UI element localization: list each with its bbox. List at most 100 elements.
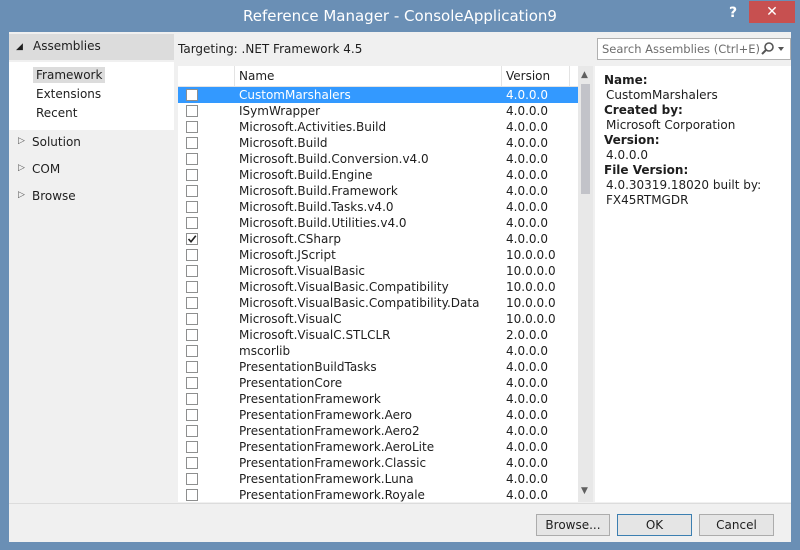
nav-group-assemblies[interactable]: ◢ Assemblies <box>9 34 174 60</box>
search-icon[interactable] <box>760 41 786 57</box>
table-row[interactable]: Microsoft.Build.Conversion.v4.0 4.0.0.0 <box>178 151 578 167</box>
assembly-version: 4.0.0.0 <box>506 424 548 438</box>
vertical-scrollbar[interactable]: ▲ ▼ <box>578 66 593 502</box>
reference-checkbox[interactable] <box>186 201 198 213</box>
column-header-check[interactable] <box>178 66 235 86</box>
close-button[interactable]: ✕ <box>749 1 795 23</box>
assembly-name: Microsoft.Build <box>239 136 328 150</box>
assembly-version: 10.0.0.0 <box>506 312 556 326</box>
reference-checkbox[interactable] <box>186 361 198 373</box>
table-row[interactable]: Microsoft.CSharp 4.0.0.0 <box>178 231 578 247</box>
detail-version-value: 4.0.0.0 <box>606 148 648 162</box>
reference-checkbox[interactable] <box>186 377 198 389</box>
reference-checkbox[interactable] <box>186 313 198 325</box>
scroll-down-icon[interactable]: ▼ <box>581 486 588 496</box>
reference-checkbox[interactable] <box>186 105 198 117</box>
nav-item-label: COM <box>32 162 61 176</box>
reference-checkbox[interactable] <box>186 441 198 453</box>
table-row[interactable]: Microsoft.VisualC.STLCLR 2.0.0.0 <box>178 327 578 343</box>
table-row[interactable]: CustomMarshalers 4.0.0.0 <box>178 87 578 103</box>
reference-checkbox[interactable] <box>186 409 198 421</box>
nav-item-browse[interactable]: ▷ Browse <box>9 186 174 208</box>
title-bar[interactable]: Reference Manager - ConsoleApplication9 … <box>1 1 799 31</box>
nav-item-solution[interactable]: ▷ Solution <box>9 132 174 154</box>
reference-checkbox[interactable] <box>186 473 198 485</box>
scroll-up-icon[interactable]: ▲ <box>581 70 588 80</box>
reference-checkbox[interactable] <box>186 265 198 277</box>
table-row[interactable]: PresentationFramework.Royale 4.0.0.0 <box>178 487 578 502</box>
assembly-version: 4.0.0.0 <box>506 200 548 214</box>
reference-checkbox[interactable] <box>186 297 198 309</box>
nav-subitem-extensions[interactable]: Extensions <box>33 86 104 102</box>
nav-subitem-recent[interactable]: Recent <box>33 105 80 121</box>
table-row[interactable]: PresentationFramework.Classic 4.0.0.0 <box>178 455 578 471</box>
reference-checkbox[interactable] <box>186 457 198 469</box>
reference-checkbox[interactable] <box>186 425 198 437</box>
table-row[interactable]: Microsoft.Build.Utilities.v4.0 4.0.0.0 <box>178 215 578 231</box>
reference-checkbox[interactable] <box>186 185 198 197</box>
assembly-name: Microsoft.Build.Engine <box>239 168 373 182</box>
table-row[interactable]: Microsoft.Build 4.0.0.0 <box>178 135 578 151</box>
table-row[interactable]: PresentationFramework.Aero 4.0.0.0 <box>178 407 578 423</box>
assembly-name: Microsoft.VisualC.STLCLR <box>239 328 391 342</box>
assembly-name: mscorlib <box>239 344 291 358</box>
cancel-button[interactable]: Cancel <box>699 514 774 536</box>
reference-checkbox[interactable] <box>186 393 198 405</box>
column-header-version[interactable]: Version <box>502 66 570 86</box>
reference-checkbox[interactable] <box>186 281 198 293</box>
table-row[interactable]: Microsoft.VisualC 10.0.0.0 <box>178 311 578 327</box>
detail-name-label: Name: <box>604 73 648 87</box>
detail-fileversion-value: 4.0.30319.18020 built by: FX45RTMGDR <box>606 178 762 207</box>
column-header-name[interactable]: Name <box>235 66 502 86</box>
table-row[interactable]: Microsoft.VisualBasic.Compatibility 10.0.… <box>178 279 578 295</box>
table-row[interactable]: PresentationCore 4.0.0.0 <box>178 375 578 391</box>
reference-checkbox[interactable] <box>186 249 198 261</box>
table-rows: CustomMarshalers 4.0.0.0 ISymWrapper 4.0.0.… <box>178 87 578 502</box>
ok-button[interactable]: OK <box>617 514 692 536</box>
reference-checkbox[interactable] <box>186 89 198 101</box>
browse-button[interactable]: Browse... <box>536 514 610 536</box>
table-row[interactable]: Microsoft.VisualBasic.Compatibility.Data… <box>178 295 578 311</box>
table-row[interactable]: PresentationBuildTasks 4.0.0.0 <box>178 359 578 375</box>
reference-checkbox[interactable] <box>186 137 198 149</box>
reference-checkbox[interactable] <box>186 345 198 357</box>
reference-checkbox[interactable] <box>186 217 198 229</box>
table-row[interactable]: PresentationFramework.Luna 4.0.0.0 <box>178 471 578 487</box>
assembly-name: Microsoft.VisualBasic.Compatibility <box>239 280 449 294</box>
table-row[interactable]: ISymWrapper 4.0.0.0 <box>178 103 578 119</box>
table-row[interactable]: PresentationFramework.Aero2 4.0.0.0 <box>178 423 578 439</box>
search-input[interactable]: Search Assemblies (Ctrl+E) <box>597 38 791 60</box>
assembly-name: CustomMarshalers <box>239 88 351 102</box>
reference-checkbox[interactable] <box>186 153 198 165</box>
table-row[interactable]: PresentationFramework 4.0.0.0 <box>178 391 578 407</box>
nav-subitem-framework[interactable]: Framework <box>33 67 106 83</box>
assembly-name: PresentationFramework.Classic <box>239 456 427 470</box>
assembly-name: Microsoft.Build.Conversion.v4.0 <box>239 152 429 166</box>
assembly-version: 4.0.0.0 <box>506 456 548 470</box>
scrollbar-thumb[interactable] <box>581 84 590 194</box>
assembly-version: 4.0.0.0 <box>506 88 548 102</box>
reference-checkbox[interactable] <box>186 233 198 245</box>
table-row[interactable]: PresentationFramework.AeroLite 4.0.0.0 <box>178 439 578 455</box>
assembly-version: 4.0.0.0 <box>506 392 548 406</box>
table-row[interactable]: Microsoft.VisualBasic 10.0.0.0 <box>178 263 578 279</box>
table-row[interactable]: Microsoft.Build.Tasks.v4.0 4.0.0.0 <box>178 199 578 215</box>
table-row[interactable]: Microsoft.JScript 10.0.0.0 <box>178 247 578 263</box>
assembly-version: 4.0.0.0 <box>506 152 548 166</box>
reference-checkbox[interactable] <box>186 169 198 181</box>
table-row[interactable]: Microsoft.Build.Engine 4.0.0.0 <box>178 167 578 183</box>
nav-item-label: Solution <box>32 135 81 149</box>
reference-checkbox[interactable] <box>186 489 198 501</box>
window-title: Reference Manager - ConsoleApplication9 <box>243 7 557 25</box>
nav-item-com[interactable]: ▷ COM <box>9 159 174 181</box>
help-button[interactable]: ? <box>725 5 741 23</box>
assembly-name: PresentationFramework.Aero <box>239 408 412 422</box>
assembly-version: 4.0.0.0 <box>506 408 548 422</box>
assembly-version: 4.0.0.0 <box>506 344 548 358</box>
reference-checkbox[interactable] <box>186 121 198 133</box>
table-row[interactable]: Microsoft.Build.Framework 4.0.0.0 <box>178 183 578 199</box>
table-row[interactable]: mscorlib 4.0.0.0 <box>178 343 578 359</box>
reference-checkbox[interactable] <box>186 329 198 341</box>
table-row[interactable]: Microsoft.Activities.Build 4.0.0.0 <box>178 119 578 135</box>
assembly-version: 4.0.0.0 <box>506 472 548 486</box>
